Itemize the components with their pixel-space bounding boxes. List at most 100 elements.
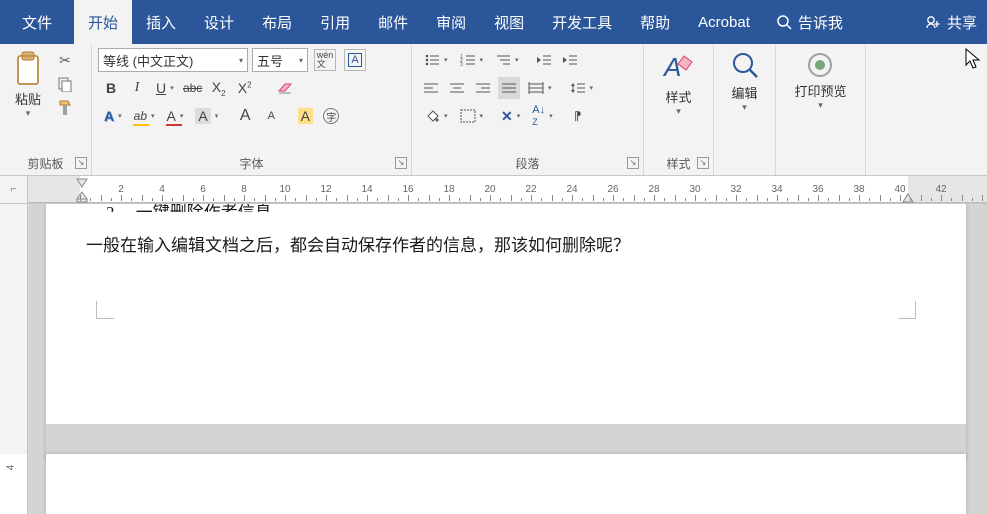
tab-design[interactable]: 设计: [190, 0, 248, 44]
strikethrough-button[interactable]: abc: [182, 77, 204, 99]
svg-text:A: A: [662, 52, 681, 82]
character-border-button[interactable]: A: [344, 49, 366, 71]
ruler-mark-40: 40: [894, 184, 905, 195]
font-group-label: 字体: [239, 157, 263, 171]
ruler-mark-28: 28: [648, 184, 659, 195]
page-1: 2、 一键删除作者信息 一般在输入编辑文档之后，都会自动保存作者的信息，那该如何…: [46, 204, 966, 459]
change-case-button[interactable]: A: [294, 105, 316, 127]
clear-formatting-button[interactable]: [274, 77, 296, 99]
clipboard-dialog-launcher[interactable]: ↘: [75, 157, 87, 169]
line-spacing-button[interactable]: ▾: [566, 77, 598, 99]
tab-file[interactable]: 文件: [0, 0, 74, 44]
paint-bucket-icon: [424, 108, 440, 124]
font-color-button[interactable]: A▾: [163, 105, 188, 127]
char-shading-button[interactable]: A▾: [191, 105, 222, 127]
text-effects-button[interactable]: A▾: [100, 105, 126, 127]
clipboard-icon: [12, 50, 44, 88]
enclose-char-button[interactable]: 字: [320, 105, 342, 127]
tab-review[interactable]: 审阅: [422, 0, 480, 44]
margin-mark-br: [898, 301, 916, 319]
body-paragraph[interactable]: 一般在输入编辑文档之后，都会自动保存作者的信息，那该如何删除呢？: [86, 232, 926, 259]
borders-icon: [460, 109, 476, 123]
tell-me-search[interactable]: 告诉我: [764, 0, 855, 44]
hanging-indent-marker[interactable]: [76, 191, 88, 203]
document-area[interactable]: 2、 一键删除作者信息 一般在输入编辑文档之后，都会自动保存作者的信息，那该如何…: [28, 204, 987, 514]
ruler-mark-14: 14: [361, 184, 372, 195]
ruler-mark-26: 26: [607, 184, 618, 195]
subscript-button[interactable]: X2: [208, 77, 230, 99]
tab-layout[interactable]: 布局: [248, 0, 306, 44]
align-justify-button[interactable]: [498, 77, 520, 99]
bullets-icon: [424, 53, 440, 67]
paragraph-dialog-launcher[interactable]: ↘: [627, 157, 639, 169]
italic-button[interactable]: I: [126, 77, 148, 99]
borders-button[interactable]: ▾: [456, 105, 488, 127]
ruler-mark-8: 8: [241, 184, 247, 195]
grow-font-button[interactable]: A: [234, 105, 256, 127]
phonetic-icon: wén文: [317, 51, 334, 69]
numbering-button[interactable]: 123▾: [456, 49, 488, 71]
shading-button[interactable]: ▾: [420, 105, 452, 127]
copy-button[interactable]: [54, 73, 76, 95]
ruler-mark-4: 4: [159, 184, 165, 195]
asian-layout-button[interactable]: ✕▾: [497, 105, 524, 127]
align-right-button[interactable]: [472, 77, 494, 99]
ruler-mark-36: 36: [812, 184, 823, 195]
font-name-combo[interactable]: 等线 (中文正文)▾: [98, 48, 248, 72]
decrease-indent-button[interactable]: [533, 49, 555, 71]
margin-mark-bl: [96, 301, 114, 319]
tab-insert[interactable]: 插入: [132, 0, 190, 44]
bold-icon: B: [106, 80, 116, 96]
show-marks-button[interactable]: ⁋: [567, 105, 589, 127]
shrink-font-button[interactable]: A: [260, 105, 282, 127]
enclose-icon: 字: [323, 108, 339, 124]
ruler-mark-24: 24: [566, 184, 577, 195]
paste-button[interactable]: 粘贴 ▾: [6, 48, 50, 121]
distributed-icon: [528, 81, 544, 95]
align-center-button[interactable]: [446, 77, 468, 99]
underline-button[interactable]: U▾: [152, 77, 178, 99]
align-left-icon: [423, 81, 439, 95]
bullets-button[interactable]: ▾: [420, 49, 452, 71]
distributed-button[interactable]: ▾: [524, 77, 556, 99]
cut-button[interactable]: ✂: [54, 49, 76, 71]
phonetic-guide-button[interactable]: wén文: [314, 49, 336, 71]
first-line-indent-marker[interactable]: [76, 178, 88, 188]
styles-dialog-launcher[interactable]: ↘: [697, 157, 709, 169]
scissors-icon: ✂: [59, 52, 71, 69]
tab-mail[interactable]: 邮件: [364, 0, 422, 44]
sort-button[interactable]: A↓Z▾: [528, 105, 556, 127]
tab-references[interactable]: 引用: [306, 0, 364, 44]
vertical-ruler[interactable]: 4: [0, 204, 28, 514]
font-dialog-launcher[interactable]: ↘: [395, 157, 407, 169]
styles-button[interactable]: A 样式 ▾: [656, 48, 702, 119]
tab-acrobat[interactable]: Acrobat: [684, 0, 764, 44]
tab-home[interactable]: 开始: [74, 0, 132, 44]
multilevel-icon: [495, 53, 511, 67]
horizontal-ruler[interactable]: 24681012141618202224262830323436384042: [28, 176, 987, 203]
superscript-icon: X2: [238, 80, 252, 96]
styles-icon: A: [662, 50, 696, 86]
share-icon: [925, 14, 941, 30]
ruler-mark-30: 30: [689, 184, 700, 195]
ruler-mark-38: 38: [853, 184, 864, 195]
tab-developer[interactable]: 开发工具: [538, 0, 626, 44]
font-color-icon: A: [167, 108, 176, 124]
highlight-button[interactable]: ab▾: [130, 105, 159, 127]
tab-view[interactable]: 视图: [480, 0, 538, 44]
ruler-mark-42: 42: [935, 184, 946, 195]
editing-button[interactable]: 编辑 ▾: [724, 48, 766, 115]
format-painter-button[interactable]: [54, 97, 76, 119]
share-button[interactable]: 共享: [915, 0, 987, 44]
align-left-button[interactable]: [420, 77, 442, 99]
multilevel-list-button[interactable]: ▾: [491, 49, 523, 71]
font-size-combo[interactable]: 五号▾: [252, 48, 308, 72]
bold-button[interactable]: B: [100, 77, 122, 99]
text-effects-icon: A: [104, 108, 114, 124]
superscript-button[interactable]: X2: [234, 77, 256, 99]
tab-help[interactable]: 帮助: [626, 0, 684, 44]
ruler-mark-34: 34: [771, 184, 782, 195]
change-case-icon: A: [298, 108, 313, 124]
print-preview-button[interactable]: 打印预览 ▾: [788, 48, 852, 113]
increase-indent-button[interactable]: [559, 49, 581, 71]
